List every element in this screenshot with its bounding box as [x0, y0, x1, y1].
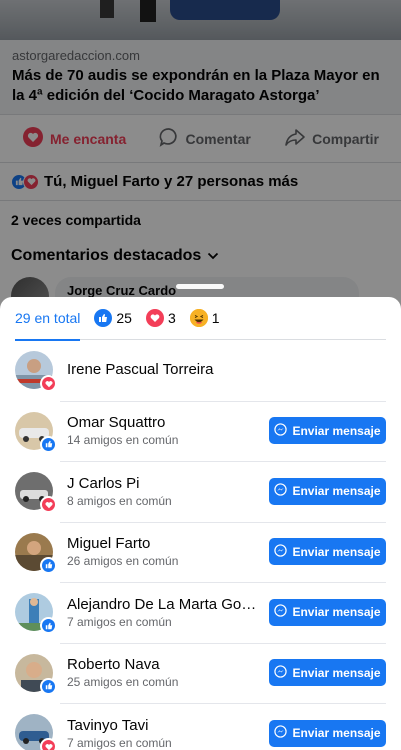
mutual-friends: 8 amigos en común — [67, 493, 172, 508]
person-name[interactable]: Irene Pascual Torreira — [67, 361, 260, 379]
send-message-label: Enviar mensaje — [292, 726, 381, 741]
list-item: Irene Pascual Torreira — [0, 340, 401, 401]
send-message-button[interactable]: Enviar mensaje — [269, 538, 386, 566]
love-icon — [145, 309, 164, 327]
like-icon — [94, 309, 113, 327]
love-icon — [40, 738, 57, 750]
tab-love[interactable]: 3 — [145, 297, 176, 340]
send-message-label: Enviar mensaje — [292, 605, 381, 620]
person-name[interactable]: Alejandro De La Marta Gon... — [67, 596, 260, 614]
list-item: Miguel Farto 26 amigos en común Enviar m… — [0, 521, 401, 583]
person-name[interactable]: Omar Squattro — [67, 414, 260, 432]
person-name[interactable]: Miguel Farto — [67, 535, 260, 553]
list-item: Omar Squattro 14 amigos en común Enviar … — [0, 400, 401, 462]
tab-like-count: 25 — [116, 310, 132, 326]
mutual-friends: 7 amigos en común — [67, 735, 172, 750]
like-icon — [40, 677, 57, 695]
mutual-friends: 7 amigos en común — [67, 614, 172, 629]
send-message-button[interactable]: Enviar mensaje — [269, 719, 386, 747]
tab-like[interactable]: 25 — [94, 297, 132, 340]
tab-love-count: 3 — [167, 310, 176, 326]
tab-haha-count: 1 — [211, 310, 220, 326]
messenger-icon — [274, 544, 288, 560]
send-message-label: Enviar mensaje — [292, 484, 381, 499]
mutual-friends: 26 amigos en común — [67, 554, 179, 569]
like-icon — [40, 556, 57, 574]
send-message-button[interactable]: Enviar mensaje — [269, 659, 386, 687]
send-message-label: Enviar mensaje — [292, 423, 381, 438]
love-icon — [40, 496, 57, 514]
tab-all-label: 29 en total — [15, 310, 81, 326]
list-item: J Carlos Pi 8 amigos en común Enviar men… — [0, 461, 401, 522]
send-message-button[interactable]: Enviar mensaje — [269, 598, 386, 626]
person-name[interactable]: J Carlos Pi — [67, 475, 260, 493]
like-icon — [40, 435, 57, 453]
person-name[interactable]: Tavinyo Tavi — [67, 717, 260, 735]
person-name[interactable]: Roberto Nava — [67, 656, 260, 674]
send-message-button[interactable]: Enviar mensaje — [269, 417, 386, 445]
tab-all[interactable]: 29 en total — [15, 297, 81, 341]
send-message-label: Enviar mensaje — [292, 665, 381, 680]
messenger-icon — [274, 604, 288, 620]
tab-haha[interactable]: 1 — [189, 297, 220, 340]
reaction-tabs: 29 en total 25 3 1 — [15, 297, 386, 341]
haha-icon — [189, 309, 208, 327]
list-item: Roberto Nava 25 amigos en común Enviar m… — [0, 642, 401, 704]
mutual-friends: 25 amigos en común — [67, 675, 179, 690]
messenger-icon — [274, 665, 288, 681]
mutual-friends: 14 amigos en común — [67, 433, 179, 448]
list-item: Alejandro De La Marta Gon... 7 amigos en… — [0, 582, 401, 643]
list-item: Tavinyo Tavi 7 amigos en común Enviar me… — [0, 703, 401, 750]
reactions-sheet: 29 en total 25 3 1 Irene Pascual Torreir… — [0, 297, 401, 750]
love-icon — [40, 375, 57, 393]
messenger-icon — [274, 725, 288, 741]
reactors-list: Irene Pascual Torreira Omar Squattro 14 … — [0, 340, 401, 750]
messenger-icon — [274, 423, 288, 439]
send-message-label: Enviar mensaje — [292, 544, 381, 559]
messenger-icon — [274, 483, 288, 499]
like-icon — [40, 617, 57, 635]
send-message-button[interactable]: Enviar mensaje — [269, 477, 386, 505]
sheet-drag-handle[interactable] — [176, 284, 224, 289]
